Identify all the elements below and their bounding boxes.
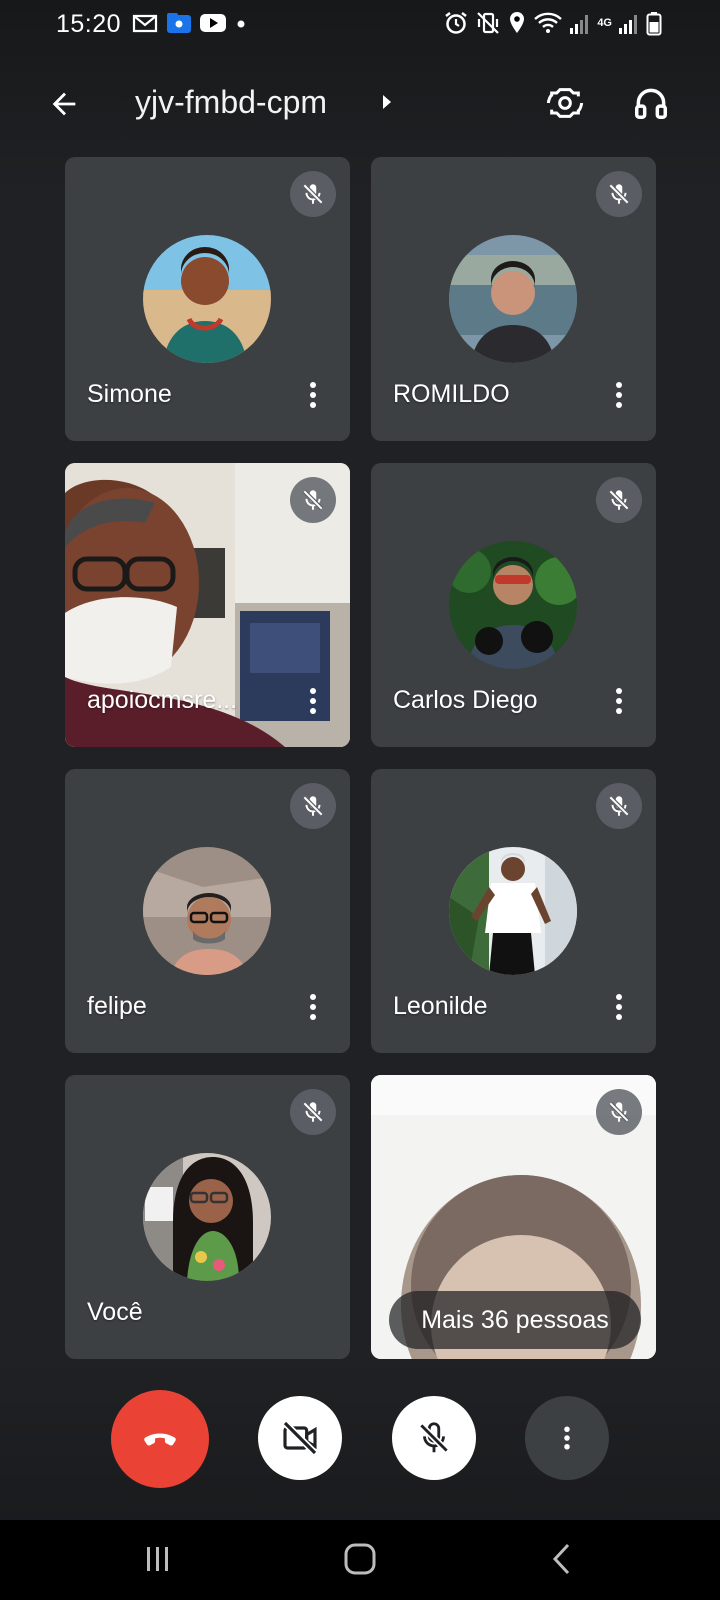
muted-badge xyxy=(290,1089,336,1135)
dot-icon xyxy=(237,20,245,28)
home-icon xyxy=(344,1543,376,1575)
signal-icon xyxy=(570,15,589,34)
back-button[interactable] xyxy=(40,80,88,128)
mic-off-icon xyxy=(302,795,324,817)
avatar xyxy=(143,1153,271,1281)
muted-badge xyxy=(596,477,642,523)
chevron-left-icon xyxy=(552,1543,570,1575)
muted-badge xyxy=(596,783,642,829)
participant-options-button[interactable] xyxy=(300,989,326,1025)
participant-name: Você xyxy=(87,1298,143,1326)
caret-right-icon[interactable] xyxy=(380,92,394,112)
mic-off-icon xyxy=(302,1101,324,1123)
participant-tile[interactable]: Leonilde xyxy=(371,769,656,1053)
muted-badge xyxy=(596,171,642,217)
mic-off-icon xyxy=(608,1101,630,1123)
participant-options-button[interactable] xyxy=(300,377,326,413)
home-button[interactable] xyxy=(330,1534,390,1584)
meet-call-screen: 15:20 4G yjv-fmbd-cpm Simone ROMILDO apo… xyxy=(0,0,720,1600)
muted-badge xyxy=(290,171,336,217)
mic-off-icon xyxy=(608,489,630,511)
participant-name: Leonilde xyxy=(393,992,488,1020)
location-icon xyxy=(510,12,525,33)
self-tile[interactable]: Você xyxy=(65,1075,350,1359)
hang-up-icon xyxy=(144,1433,176,1446)
avatar xyxy=(143,847,271,975)
muted-badge xyxy=(596,1089,642,1135)
more-participants-button[interactable]: Mais 36 pessoas xyxy=(389,1291,641,1349)
participant-options-button[interactable] xyxy=(300,683,326,719)
camera-toggle-button[interactable] xyxy=(258,1396,342,1480)
recent-apps-button[interactable] xyxy=(128,1534,188,1584)
participant-options-button[interactable] xyxy=(606,683,632,719)
participant-tile[interactable]: apoiocmsre... xyxy=(65,463,350,747)
participant-name: Carlos Diego xyxy=(393,686,538,714)
videocam-off-icon xyxy=(282,1420,318,1456)
muted-badge xyxy=(290,477,336,523)
participant-options-button[interactable] xyxy=(606,377,632,413)
switch-camera-icon xyxy=(546,88,584,118)
signal-4g-icon xyxy=(619,15,637,34)
participant-tile[interactable]: Carlos Diego xyxy=(371,463,656,747)
more-vert-icon xyxy=(564,1426,570,1450)
files-icon xyxy=(167,13,191,33)
arrow-back-icon xyxy=(52,92,76,116)
recent-apps-icon xyxy=(147,1547,168,1571)
gmail-icon xyxy=(132,14,158,33)
headphones-icon xyxy=(635,88,667,119)
avatar xyxy=(449,847,577,975)
participant-tile[interactable]: ROMILDO xyxy=(371,157,656,441)
mic-off-icon xyxy=(302,183,324,205)
mic-off-icon xyxy=(302,489,324,511)
mic-off-icon xyxy=(419,1422,449,1453)
mic-off-icon xyxy=(608,183,630,205)
participant-name: apoiocmsre... xyxy=(87,686,238,714)
participant-tile[interactable]: Simone xyxy=(65,157,350,441)
mic-off-icon xyxy=(608,795,630,817)
meeting-code[interactable]: yjv-fmbd-cpm xyxy=(135,84,327,121)
status-bar: 15:20 4G xyxy=(0,0,720,52)
wifi-icon xyxy=(534,12,563,33)
muted-badge xyxy=(290,783,336,829)
audio-output-button[interactable] xyxy=(626,78,676,128)
participant-name: Simone xyxy=(87,380,172,408)
participant-tile[interactable]: felipe xyxy=(65,769,350,1053)
avatar xyxy=(449,235,577,363)
overflow-tile[interactable]: Mais 36 pessoas xyxy=(371,1075,656,1359)
participant-name: felipe xyxy=(87,992,147,1020)
youtube-icon xyxy=(200,14,226,32)
participant-name: ROMILDO xyxy=(393,380,510,408)
more-options-button[interactable] xyxy=(525,1396,609,1480)
avatar xyxy=(143,235,271,363)
end-call-button[interactable] xyxy=(111,1390,209,1488)
network-type: 4G xyxy=(597,16,612,29)
meeting-top-bar: yjv-fmbd-cpm xyxy=(0,70,720,138)
alarm-icon xyxy=(445,12,468,34)
avatar xyxy=(449,541,577,669)
participant-options-button[interactable] xyxy=(606,989,632,1025)
microphone-toggle-button[interactable] xyxy=(392,1396,476,1480)
vibrate-icon xyxy=(477,12,500,34)
back-nav-button[interactable] xyxy=(532,1534,592,1584)
battery-icon xyxy=(646,12,662,36)
status-time: 15:20 xyxy=(56,10,122,38)
system-navigation-bar xyxy=(0,1520,720,1600)
switch-camera-button[interactable] xyxy=(540,78,590,128)
